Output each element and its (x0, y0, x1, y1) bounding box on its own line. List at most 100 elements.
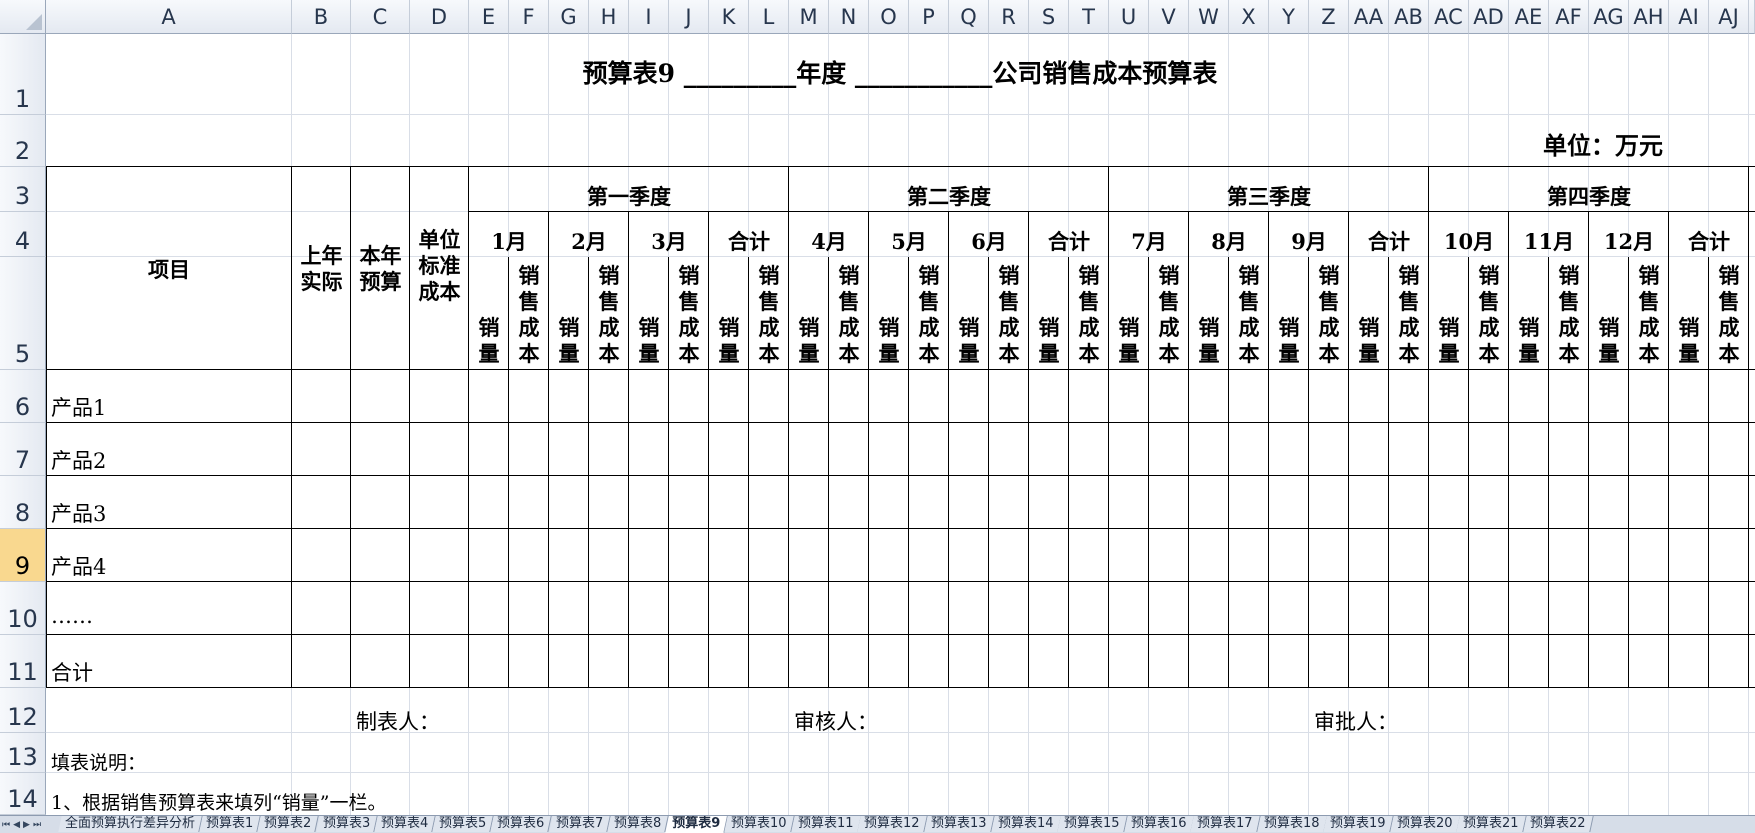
column-header-aa[interactable]: AA (1349, 0, 1389, 34)
row-header-2[interactable]: 2 (0, 115, 46, 167)
sheet-tab[interactable]: 预算表6 (490, 816, 553, 832)
sheet-tab[interactable]: 预算表12 (857, 816, 928, 832)
column-header-k[interactable]: K (709, 0, 749, 34)
column-header-b[interactable]: B (292, 0, 351, 34)
product-label: 合计 (51, 661, 93, 685)
column-header-d[interactable]: D (410, 0, 469, 34)
sheet-tab[interactable]: 预算表4 (374, 816, 436, 832)
sheet-tab[interactable]: 预算表14 (990, 816, 1061, 832)
column-header-r[interactable]: R (989, 0, 1029, 34)
cost-subheader: 销售成本 (758, 263, 780, 366)
row-header-1[interactable]: 1 (0, 34, 46, 115)
column-header-aj[interactable]: AJ (1709, 0, 1749, 34)
column-header-s[interactable]: S (1029, 0, 1069, 34)
column-header-ah[interactable]: AH (1629, 0, 1669, 34)
column-header-q[interactable]: Q (949, 0, 989, 34)
row-header-9[interactable]: 9 (0, 529, 46, 582)
column-header-v[interactable]: V (1149, 0, 1189, 34)
sheet-tab[interactable]: 预算表10 (724, 816, 795, 832)
sheet-tab[interactable]: 预算表7 (549, 816, 611, 832)
sheet-tab-bar: ⏮ ◀ ▶ ⏭ 全面预算执行差异分析 预算表1 预算表2 预算表3 预算表4 预算表5 预算… (0, 815, 1755, 833)
sheet-tab[interactable]: 预算表17 (1190, 816, 1261, 832)
column-header-ac[interactable]: AC (1429, 0, 1469, 34)
sheet-tab[interactable]: 预算表19 (1323, 816, 1394, 832)
unit-label: 单位：万元 (1543, 131, 1663, 160)
column-header-o[interactable]: O (869, 0, 909, 34)
sheet-tab-label: 预算表17 (1197, 816, 1253, 831)
column-header-j[interactable]: J (669, 0, 709, 34)
qty-subheader: 销量 (638, 315, 660, 366)
sheet-tab[interactable]: 预算表2 (257, 816, 320, 832)
column-header-ai[interactable]: AI (1669, 0, 1709, 34)
column-header-e[interactable]: E (469, 0, 509, 34)
column-header-ag[interactable]: AG (1589, 0, 1629, 34)
sheet-tab[interactable]: 预算表11 (791, 816, 862, 832)
row-header-8[interactable]: 8 (0, 476, 46, 529)
column-header-ae[interactable]: AE (1509, 0, 1549, 34)
cost-subheader: 销售成本 (1398, 263, 1420, 366)
qty-subheader: 销量 (478, 315, 500, 366)
column-header-f[interactable]: F (509, 0, 549, 34)
row-header-7[interactable]: 7 (0, 423, 46, 476)
column-header-filler (1749, 0, 1755, 34)
select-all-corner[interactable] (0, 0, 46, 34)
spreadsheet-grid[interactable]: A B C D E F G H I J K L M N O P Q R S T U V W X Y Z AA AB AC AD AE AF AG… (0, 0, 1755, 815)
column-header-af[interactable]: AF (1549, 0, 1589, 34)
column-header-l[interactable]: L (749, 0, 789, 34)
sheet-tab[interactable]: 预算表1 (199, 816, 261, 832)
sheet-tab[interactable]: 预算表8 (607, 816, 669, 832)
column-header-h[interactable]: H (589, 0, 629, 34)
row-header-6[interactable]: 6 (0, 370, 46, 423)
gridline-h (46, 772, 1755, 773)
column-header-p[interactable]: P (909, 0, 949, 34)
column-header-y[interactable]: Y (1269, 0, 1309, 34)
sheet-tab[interactable]: 预算表20 (1390, 816, 1461, 832)
cost-subheader: 销售成本 (1638, 263, 1660, 366)
last-sheet-icon[interactable]: ⏭ (33, 820, 41, 830)
reviewer-label: 审核人： (794, 710, 878, 734)
column-header-ad[interactable]: AD (1469, 0, 1509, 34)
column-header-a[interactable]: A (46, 0, 292, 34)
sheet-tab[interactable]: 预算表3 (315, 816, 378, 832)
sheet-tab[interactable]: 全面预算执行差异分析 (58, 816, 203, 832)
sheet-tab-label: 预算表18 (1263, 816, 1320, 831)
column-header-t[interactable]: T (1069, 0, 1109, 34)
row-header-13[interactable]: 13 (0, 733, 46, 773)
tab-navigation[interactable]: ⏮ ◀ ▶ ⏭ (2, 816, 41, 833)
sheet-tab[interactable]: 预算表18 (1256, 816, 1327, 832)
column-header-c[interactable]: C (351, 0, 410, 34)
sheet-tab-label: 预算表1 (206, 816, 254, 831)
column-header-x[interactable]: X (1229, 0, 1269, 34)
row-header-10[interactable]: 10 (0, 582, 46, 635)
row-header-3[interactable]: 3 (0, 167, 46, 212)
sheet-tab[interactable]: 预算表22 (1523, 816, 1594, 832)
cost-subheader: 销售成本 (1158, 263, 1180, 366)
prev-sheet-icon[interactable]: ◀ (13, 820, 20, 830)
product-label: 产品1 (51, 396, 107, 420)
row-header-5[interactable]: 5 (0, 257, 46, 370)
row-header-12[interactable]: 12 (0, 688, 46, 733)
row-header-14[interactable]: 14 (0, 773, 46, 815)
sheet-tab[interactable]: 预算表9 (665, 816, 729, 833)
column-header-w[interactable]: W (1189, 0, 1229, 34)
column-header-m[interactable]: M (789, 0, 829, 34)
column-header-u[interactable]: U (1109, 0, 1149, 34)
column-header-ab[interactable]: AB (1389, 0, 1429, 34)
next-sheet-icon[interactable]: ▶ (23, 820, 30, 830)
column-header-i[interactable]: I (629, 0, 669, 34)
row-header-11[interactable]: 11 (0, 635, 46, 688)
column-header-z[interactable]: Z (1309, 0, 1349, 34)
first-sheet-icon[interactable]: ⏮ (2, 820, 10, 830)
qty-subheader: 销量 (798, 315, 820, 366)
column-header-n[interactable]: N (829, 0, 869, 34)
column-header-g[interactable]: G (549, 0, 589, 34)
sheet-tab-label: 预算表12 (864, 816, 920, 831)
cost-subheader: 销售成本 (1238, 263, 1260, 366)
sheet-tab[interactable]: 预算表13 (924, 816, 995, 832)
sheet-tab[interactable]: 预算表5 (432, 816, 495, 832)
sheet-tab[interactable]: 预算表16 (1123, 816, 1194, 832)
sheet-tab[interactable]: 预算表21 (1456, 816, 1527, 832)
sheet-tab[interactable]: 预算表15 (1057, 816, 1128, 832)
row-header-4[interactable]: 4 (0, 212, 46, 257)
qty-subheader: 销量 (558, 315, 580, 366)
